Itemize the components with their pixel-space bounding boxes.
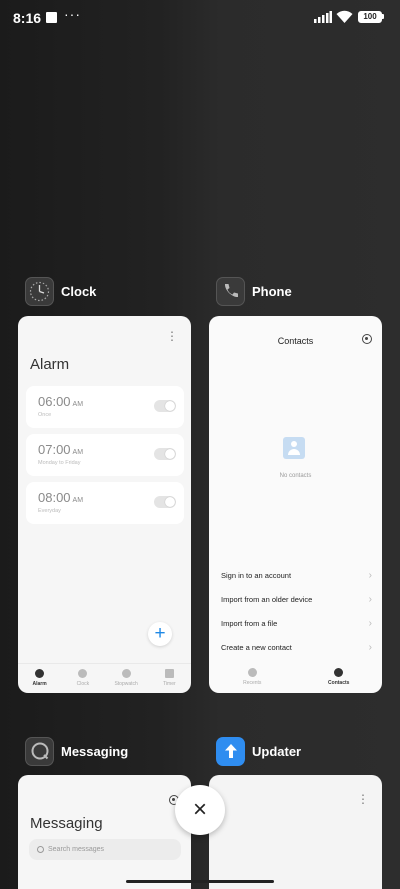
recent-card-updater[interactable]: ⋮ [209, 775, 382, 889]
messaging-title: Messaging [30, 815, 103, 832]
recent-card-clock[interactable]: ⋮ Alarm 06:00 AM Once 07:00 AM Monday to F… [18, 316, 191, 693]
add-alarm-icon: + [148, 622, 172, 646]
person-icon [334, 668, 344, 677]
phone-app-icon [216, 276, 245, 306]
clock-app-icon [25, 276, 54, 306]
contact-placeholder-icon [283, 437, 305, 459]
alarm-title: Alarm [30, 356, 70, 373]
alarm-icon [35, 669, 45, 678]
recent-app-header-updater[interactable]: Updater [216, 736, 301, 766]
app-name-updater: Updater [252, 743, 302, 759]
app-name-messaging: Messaging [61, 743, 129, 759]
action-sign-in: Sign in to an account › [221, 570, 372, 581]
chevron-right-icon: › [368, 594, 372, 605]
recent-app-header-clock[interactable]: Clock [25, 276, 96, 306]
alarm-repeat: Once [38, 412, 52, 418]
contacts-title: Contacts [277, 336, 314, 346]
signal-icon [314, 11, 332, 23]
action-import-file: Import from a file › [221, 618, 372, 629]
alarm-time: 06:00 AM [38, 394, 84, 409]
more-options-icon: ⋮ [357, 792, 369, 806]
more-options-icon: ⋮ [166, 329, 178, 343]
chevron-right-icon: › [368, 570, 372, 581]
nav-item-contacts: Contacts [296, 663, 383, 693]
phone-bottom-nav: Recents Contacts [209, 663, 382, 693]
stopwatch-icon [121, 669, 131, 678]
messaging-app-icon [25, 736, 54, 766]
alarm-item: 07:00 AM Monday to Friday [26, 434, 184, 476]
chevron-right-icon: › [368, 618, 372, 629]
action-import-device: Import from an older device › [221, 594, 372, 605]
hourglass-icon [164, 669, 174, 678]
app-name-phone: Phone [252, 283, 292, 299]
alarm-toggle [154, 496, 176, 508]
nav-item-clock: Clock [61, 664, 104, 693]
chevron-right-icon: › [368, 642, 372, 653]
home-indicator[interactable] [126, 880, 274, 883]
clock-icon [78, 669, 88, 678]
empty-contacts-text: No contacts [279, 473, 312, 479]
settings-gear-icon [362, 334, 372, 344]
battery-tip [382, 14, 384, 19]
alarm-item: 06:00 AM Once [26, 386, 184, 428]
clear-all-button[interactable]: × [175, 785, 225, 835]
recent-app-header-messaging[interactable]: Messaging [25, 736, 128, 766]
alarm-time: 07:00 AM [38, 442, 84, 457]
search-messages-field: Search messages [29, 839, 181, 860]
recent-card-messaging[interactable]: Messaging Search messages [18, 775, 191, 889]
clock-bottom-nav: Alarm Clock Stopwatch Timer [18, 663, 191, 693]
status-bar: 8:16 ··· 100 [0, 0, 400, 36]
more-notifications-icon: ··· [64, 6, 81, 22]
alarm-toggle [154, 448, 176, 460]
alarm-item: 08:00 AM Everyday [26, 482, 184, 524]
nav-item-stopwatch: Stopwatch [105, 664, 148, 693]
battery-icon: 100 [358, 11, 382, 23]
recent-app-header-phone[interactable]: Phone [216, 276, 292, 306]
app-name-clock: Clock [61, 283, 97, 299]
alarm-repeat: Monday to Friday [38, 460, 81, 466]
wifi-icon [336, 10, 353, 23]
nav-item-recents: Recents [209, 663, 296, 693]
alarm-repeat: Everyday [38, 508, 61, 514]
recent-card-phone[interactable]: Contacts No contacts Sign in to an accou… [209, 316, 382, 693]
status-time: 8:16 [13, 10, 42, 26]
nav-item-alarm: Alarm [18, 664, 61, 693]
alarm-toggle [154, 400, 176, 412]
alarm-time: 08:00 AM [38, 490, 84, 505]
nav-item-timer: Timer [148, 664, 191, 693]
action-create-contact: Create a new contact › [221, 642, 372, 653]
updater-app-icon [216, 736, 245, 766]
square-notification-icon [46, 12, 57, 23]
phone-icon [247, 668, 257, 677]
